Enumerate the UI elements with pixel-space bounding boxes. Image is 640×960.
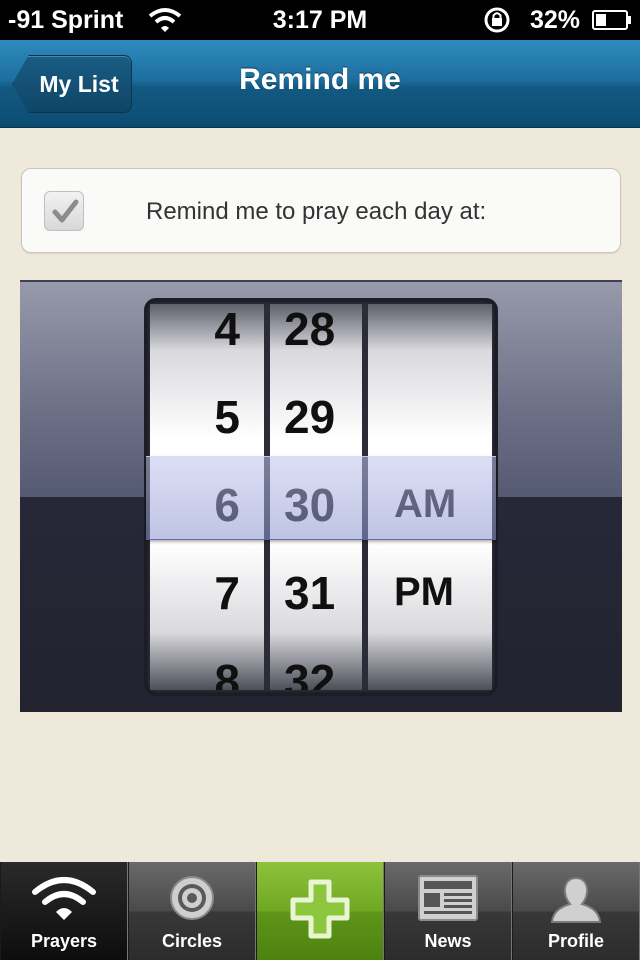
reminder-checkbox[interactable]	[44, 191, 84, 231]
minute-option[interactable]: 28	[284, 304, 335, 356]
tab-bar: Prayers Circles News Profile	[0, 862, 640, 960]
rotation-lock-icon	[484, 7, 510, 33]
tab-label: News	[424, 931, 472, 951]
newspaper-icon	[418, 875, 478, 921]
status-bar: -91 Sprint 3:17 PM 32%	[0, 0, 640, 40]
battery-percent: 32%	[530, 6, 581, 34]
plus-icon	[290, 879, 350, 939]
wifi-signal-icon	[32, 877, 96, 920]
ampm-option-selected[interactable]: AM	[394, 482, 456, 527]
tab-news[interactable]: News	[384, 862, 512, 960]
reminder-label: Remind me to pray each day at:	[146, 198, 487, 225]
checkmark-icon	[52, 199, 79, 223]
navigation-bar: My List Remind me	[0, 40, 640, 128]
target-icon	[170, 876, 214, 920]
hour-option[interactable]: 8	[214, 654, 240, 690]
page-title: Remind me	[239, 63, 401, 96]
minute-option[interactable]: 29	[284, 390, 335, 444]
hour-option-selected[interactable]: 6	[214, 478, 240, 532]
person-icon	[550, 876, 602, 923]
hour-option[interactable]: 7	[214, 566, 240, 620]
ampm-wheel[interactable]: AM PM	[368, 304, 492, 690]
picker-frame: 4 5 6 7 8 28 29 30 31 32 AM PM	[146, 300, 496, 694]
hour-option[interactable]: 5	[214, 390, 240, 444]
tab-label: Circles	[161, 931, 223, 951]
minute-wheel[interactable]: 28 29 30 31 32	[270, 304, 362, 690]
tab-label: Prayers	[30, 931, 98, 951]
minute-option[interactable]: 32	[284, 654, 335, 690]
tab-add-prayer[interactable]	[256, 862, 384, 960]
battery-icon	[592, 10, 631, 30]
minute-option[interactable]: 31	[284, 566, 335, 620]
time-picker: 4 5 6 7 8 28 29 30 31 32 AM PM	[20, 280, 622, 712]
tab-profile[interactable]: Profile	[512, 862, 640, 960]
hour-wheel[interactable]: 4 5 6 7 8	[150, 304, 264, 690]
tab-label: Profile	[547, 931, 604, 951]
hour-option[interactable]: 4	[214, 304, 240, 356]
reminder-card: Remind me to pray each day at:	[21, 168, 621, 253]
tab-circles[interactable]: Circles	[128, 862, 256, 960]
ampm-option[interactable]: PM	[394, 570, 454, 615]
minute-option-selected[interactable]: 30	[284, 478, 335, 532]
tab-prayers[interactable]: Prayers	[0, 862, 128, 960]
